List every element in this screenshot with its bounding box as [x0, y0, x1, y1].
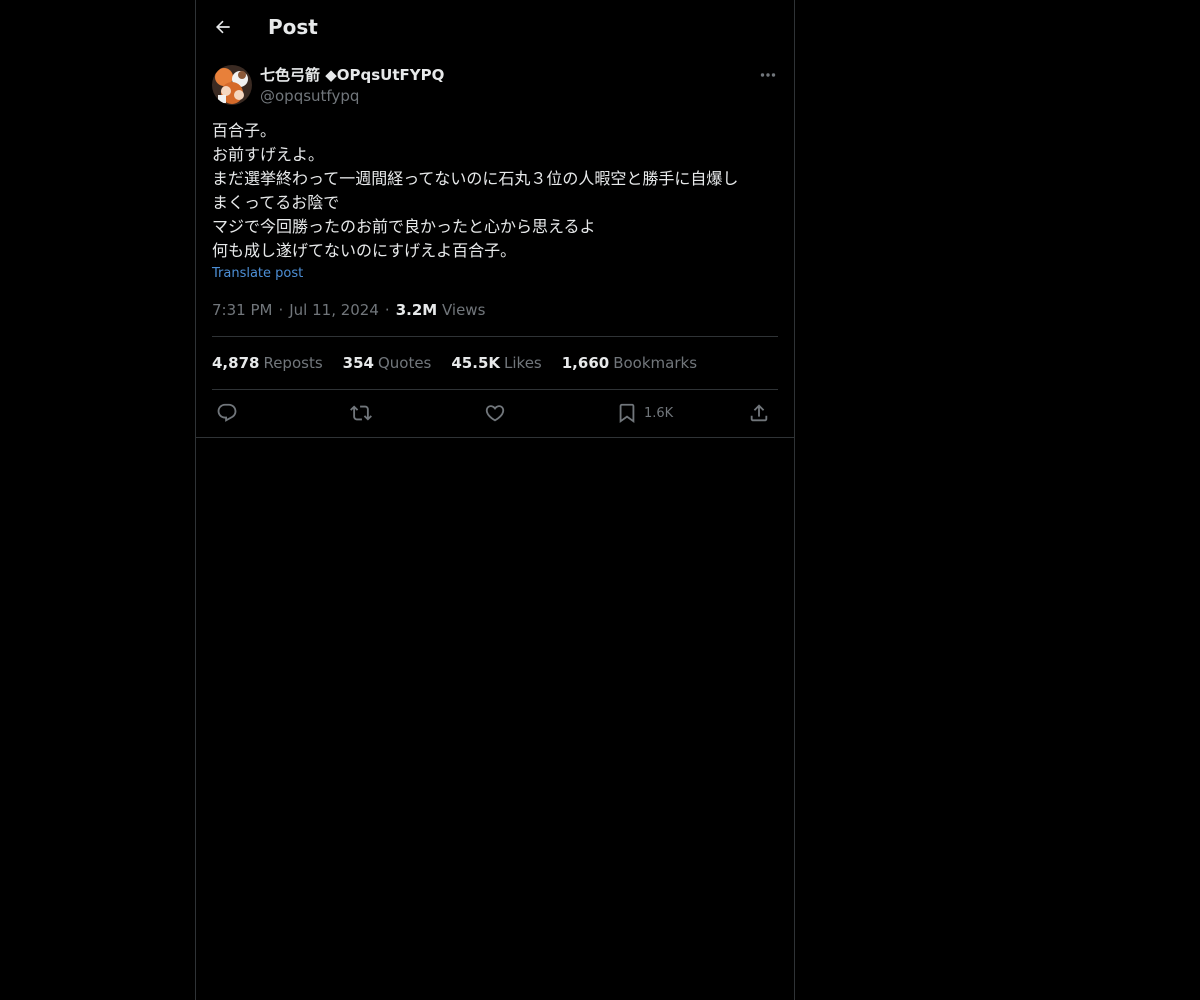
post-text-line: お前すげえよ。	[212, 145, 325, 164]
post-text-line: 百合子。	[212, 121, 277, 140]
author-handle[interactable]: @opqsutfypq	[260, 86, 359, 106]
likes-stat[interactable]: 45.5K Likes	[451, 353, 541, 373]
avatar[interactable]	[212, 65, 252, 105]
post-detail: 七色弓箭 ◆OPqsUtFYPQ @opqsutfypq 百合子。 お前すげえよ…	[196, 53, 794, 438]
reposts-count: 4,878	[212, 354, 260, 372]
post-text-line: 何も成し遂げてないのにすげえよ百合子。	[212, 241, 517, 260]
post-text-line: まくってるお陰で	[212, 193, 340, 212]
views-label: Views	[441, 301, 486, 319]
post-time[interactable]: 7:31 PM	[212, 301, 272, 319]
repost-button[interactable]	[350, 399, 372, 427]
author-display-name[interactable]: 七色弓箭 ◆OPqsUtFYPQ	[260, 65, 444, 85]
back-button[interactable]	[207, 10, 239, 44]
post-actions: 1.6K	[212, 399, 778, 427]
bookmark-button[interactable]: 1.6K	[616, 399, 673, 427]
views-count: 3.2M	[395, 301, 438, 319]
main-column: Post 七色弓箭 ◆OPqsUtFYPQ @opqsutfypq 百合子。 お…	[195, 0, 795, 1000]
likes-label: Likes	[504, 354, 542, 372]
bookmarks-count: 1,660	[561, 354, 610, 372]
divider	[212, 336, 778, 337]
repost-icon	[350, 405, 372, 421]
avatar-image	[212, 65, 252, 105]
like-button[interactable]	[484, 399, 506, 427]
page-title: Post	[268, 15, 318, 39]
divider	[212, 389, 778, 390]
reposts-label: Reposts	[263, 354, 323, 372]
top-bar: Post	[196, 0, 794, 53]
post-text-line: まだ選挙終わって一週間経ってないのに石丸３位の人暇空と勝手に自爆し	[212, 169, 739, 188]
post-text: 百合子。 お前すげえよ。 まだ選挙終わって一週間経ってないのに石丸３位の人暇空と…	[212, 119, 778, 263]
quotes-stat[interactable]: 354 Quotes	[343, 353, 432, 373]
reply-icon	[217, 403, 237, 422]
quotes-label: Quotes	[377, 354, 432, 372]
quotes-count: 354	[342, 354, 374, 372]
heart-icon	[485, 405, 505, 422]
more-options-button[interactable]	[756, 65, 780, 85]
bookmarks-label: Bookmarks	[613, 354, 698, 372]
likes-count: 45.5K	[451, 354, 501, 372]
post-meta: 7:31 PM · Jul 11, 2024 · 3.2M Views	[212, 300, 485, 320]
bookmark-count: 1.6K	[644, 405, 674, 421]
meta-separator: ·	[278, 301, 284, 319]
post-text-line: マジで今回勝ったのお前で良かったと心から思えるよ	[212, 217, 596, 236]
arrow-left-icon	[216, 20, 230, 34]
bookmark-icon	[619, 403, 635, 424]
translate-post-link[interactable]: Translate post	[212, 265, 303, 283]
share-button[interactable]	[748, 399, 770, 427]
bookmarks-stat[interactable]: 1,660 Bookmarks	[562, 353, 697, 373]
meta-separator: ·	[384, 301, 390, 319]
post-date[interactable]: Jul 11, 2024	[289, 301, 379, 319]
engagement-stats: 4,878 Reposts 354 Quotes 45.5K Likes 1,660 B…	[212, 353, 697, 373]
share-icon	[750, 404, 768, 422]
reposts-stat[interactable]: 4,878 Reposts	[212, 353, 323, 373]
reply-button[interactable]	[216, 399, 238, 427]
more-horizontal-icon	[760, 73, 776, 77]
